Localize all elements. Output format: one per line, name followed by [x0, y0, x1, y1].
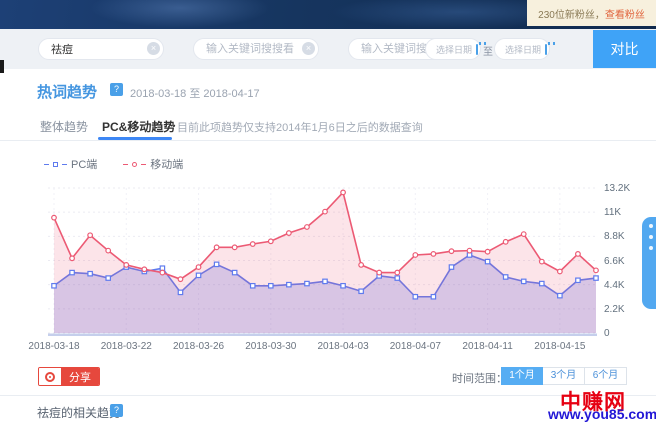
chart-legend: PC端 移动端 [44, 156, 183, 172]
mobile-circle-marker-icon [132, 162, 137, 167]
pc-square-marker-icon [53, 162, 58, 167]
legend-dash [123, 164, 128, 165]
calendar-icon [545, 44, 547, 55]
x-axis-label: 2018-04-11 [462, 341, 512, 352]
widget-dot-icon [649, 246, 653, 250]
clear-icon[interactable]: × [302, 42, 315, 55]
related-trend-title: 祛痘的相关趋势 [37, 404, 121, 421]
watermark-site-url: www.you85.com [548, 406, 656, 422]
end-date-placeholder: 选择日期 [505, 43, 541, 56]
x-axis-label: 2018-03-30 [245, 341, 296, 352]
time-range-1month-button[interactable]: 1个月 [501, 367, 543, 385]
date-range-separator: 至 [483, 43, 493, 58]
notification-text: 230位新粉丝， [538, 6, 605, 21]
trend-page: 230位新粉丝，查看粉丝 × × × 选择日期 至 选择日期 对比 热词趋势 ?… [0, 0, 656, 423]
y-axis-label: 4.4K [604, 280, 625, 291]
legend-dash [141, 164, 146, 165]
divider [0, 395, 656, 396]
tabs-note: 目前此项趋势仅支持2014年1月6日之后的数据查询 [177, 119, 423, 135]
weibo-icon [39, 368, 61, 385]
tab-pc-mobile-trend[interactable]: PC&移动趋势 [102, 118, 175, 135]
page-title: 热词趋势 [37, 81, 97, 102]
trend-chart[interactable]: 02.2K4.4K6.6K8.8K11K13.2K2018-03-182018-… [48, 185, 652, 357]
y-axis-label: 13.2K [604, 183, 630, 194]
legend-item-pc[interactable]: PC端 [44, 156, 97, 172]
x-axis-label: 2018-04-07 [390, 341, 441, 352]
compare-button[interactable]: 对比 [593, 30, 656, 68]
trend-chart-svg [48, 185, 597, 339]
keyword-input-2[interactable] [193, 38, 319, 60]
y-axis-label: 0 [604, 328, 610, 339]
time-range-3month-button[interactable]: 3个月 [543, 367, 585, 385]
divider [0, 140, 656, 141]
y-axis-label: 11K [604, 207, 621, 218]
end-date-picker[interactable]: 选择日期 [494, 38, 550, 60]
keyword-input-1[interactable] [38, 38, 164, 60]
widget-dot-icon [649, 235, 653, 239]
filter-bar: × × × 选择日期 至 选择日期 对比 [0, 29, 656, 69]
legend-dash [44, 164, 49, 165]
start-date-picker[interactable]: 选择日期 [425, 38, 481, 60]
view-fans-link[interactable]: 查看粉丝 [605, 6, 645, 21]
start-date-placeholder: 选择日期 [436, 43, 472, 56]
x-axis-label: 2018-03-26 [173, 341, 224, 352]
time-range-group: 1个月 3个月 6个月 [501, 367, 627, 385]
clear-icon[interactable]: × [147, 42, 160, 55]
x-axis-label: 2018-04-15 [534, 341, 585, 352]
banner-decoration [90, 0, 270, 28]
tab-overall-trend[interactable]: 整体趋势 [40, 118, 88, 135]
share-button[interactable]: 分享 [38, 367, 100, 386]
time-range-label: 时间范围： [452, 370, 507, 386]
share-button-label: 分享 [61, 368, 99, 385]
y-axis-label: 6.6K [604, 256, 625, 267]
help-badge-icon[interactable]: ? [110, 404, 123, 417]
legend-label: PC端 [71, 156, 97, 172]
x-axis-label: 2018-04-03 [317, 341, 368, 352]
y-axis-label: 2.2K [604, 304, 625, 315]
legend-dash [62, 164, 67, 165]
legend-item-mobile[interactable]: 移动端 [123, 156, 183, 172]
time-range-6month-button[interactable]: 6个月 [585, 367, 627, 385]
fans-notification: 230位新粉丝，查看粉丝 [527, 0, 656, 26]
floating-side-widget[interactable] [642, 217, 656, 309]
header-date-range: 2018-03-18 至 2018-04-17 [130, 85, 260, 101]
x-axis-label: 2018-03-22 [101, 341, 152, 352]
x-axis-label: 2018-03-18 [28, 341, 79, 352]
legend-label: 移动端 [150, 156, 183, 172]
screenshot-edge-artifact [0, 60, 4, 73]
y-axis-label: 8.8K [604, 231, 625, 242]
calendar-icon [476, 44, 478, 55]
help-badge-icon[interactable]: ? [110, 83, 123, 96]
widget-dot-icon [649, 224, 653, 228]
